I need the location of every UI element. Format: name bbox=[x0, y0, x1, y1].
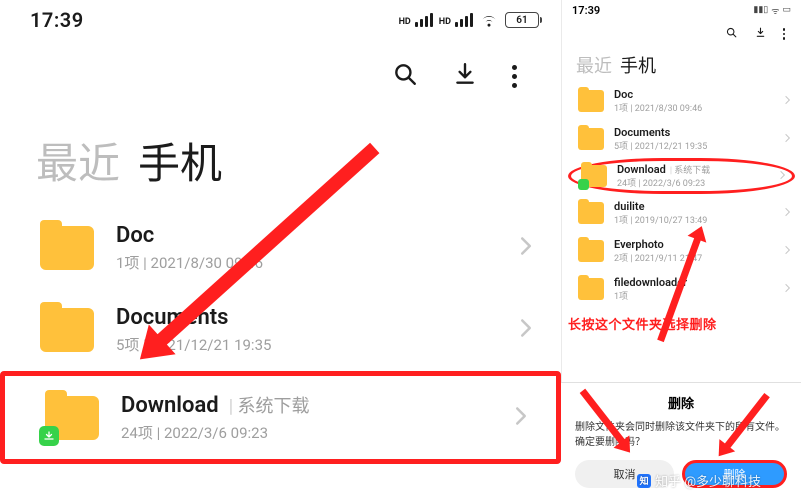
folder-icon bbox=[581, 165, 607, 187]
chevron-right-icon bbox=[514, 406, 528, 430]
tab-phone[interactable]: 手机 bbox=[620, 52, 656, 78]
folder-tag: 系统下载 bbox=[670, 163, 710, 176]
more-icon[interactable] bbox=[783, 28, 786, 40]
chevron-right-icon bbox=[784, 133, 791, 146]
signal-icon: ▮▮▯ bbox=[753, 5, 768, 15]
tabs: 最近 手机 bbox=[0, 112, 561, 201]
folder-name: Doc bbox=[116, 223, 154, 248]
wifi-icon bbox=[479, 10, 499, 30]
battery-icon: 61 bbox=[505, 12, 539, 28]
folder-icon bbox=[578, 202, 604, 224]
status-icons: ▮▮▯ᯤ▭ bbox=[753, 4, 791, 17]
folder-icon bbox=[40, 308, 94, 352]
watermark-text: 知乎 @多少聊科技 bbox=[655, 471, 761, 490]
folder-row-download-circled[interactable]: Download 系统下载 24项 | 2022/3/6 09:23 bbox=[568, 158, 795, 194]
search-icon[interactable] bbox=[725, 26, 738, 42]
battery-icon: ▭ bbox=[782, 5, 791, 15]
folder-meta: 1项 bbox=[614, 289, 774, 302]
folder-row[interactable]: Doc 1项 | 2021/8/30 09:46 bbox=[0, 207, 561, 289]
dialog-body-line2: 确定要删除吗？ bbox=[575, 435, 787, 450]
folder-meta: 1项 | 2021/8/30 09:46 bbox=[614, 101, 774, 114]
folder-meta: 24项 | 2022/3/6 09:23 bbox=[617, 176, 769, 189]
folder-meta: 5项 | 2021/12/21 19:35 bbox=[614, 139, 774, 152]
folder-name: Everphoto bbox=[614, 238, 664, 251]
toolbar bbox=[562, 20, 801, 48]
folder-row[interactable]: Documents 5项 | 2021/12/21 19:35 bbox=[0, 289, 561, 371]
folder-icon bbox=[578, 90, 604, 112]
signal-1-icon: HD bbox=[399, 13, 433, 27]
chevron-right-icon bbox=[784, 95, 791, 108]
folder-icon bbox=[578, 240, 604, 262]
wifi-icon: ᯤ bbox=[771, 4, 779, 17]
download-badge-icon bbox=[39, 426, 59, 446]
search-icon[interactable] bbox=[392, 61, 418, 91]
folder-row[interactable]: duilite 1项 | 2019/10/27 13:49 bbox=[562, 194, 801, 232]
folder-meta: 24项 | 2022/3/6 09:23 bbox=[121, 422, 492, 443]
annotation-text: 长按这个文件夹选择删除 bbox=[562, 308, 801, 335]
signal-2-icon: HD bbox=[439, 13, 473, 27]
tab-recent[interactable]: 最近 bbox=[576, 52, 612, 78]
status-time: 17:39 bbox=[572, 4, 600, 17]
folder-tag: 系统下载 bbox=[229, 392, 310, 418]
download-badge-icon bbox=[578, 179, 589, 190]
download-icon[interactable] bbox=[754, 26, 767, 42]
chevron-right-icon bbox=[784, 283, 791, 296]
status-bar: 17:39 HD HD 61 bbox=[0, 0, 561, 40]
chevron-right-icon bbox=[519, 318, 533, 342]
folder-name: Download bbox=[617, 163, 666, 176]
folder-icon bbox=[40, 226, 94, 270]
download-icon[interactable] bbox=[452, 61, 478, 91]
folder-name: Download bbox=[121, 393, 219, 418]
folder-name: Documents bbox=[614, 126, 670, 139]
folder-row-download-highlighted[interactable]: Download 系统下载 24项 | 2022/3/6 09:23 bbox=[0, 371, 561, 464]
folder-name: Doc bbox=[614, 88, 633, 101]
chevron-right-icon bbox=[784, 245, 791, 258]
folder-icon bbox=[578, 278, 604, 300]
watermark: 知 知乎 @多少聊科技 bbox=[637, 471, 761, 490]
status-time: 17:39 bbox=[30, 8, 84, 32]
chevron-right-icon bbox=[519, 236, 533, 260]
folder-icon bbox=[45, 396, 99, 440]
status-bar: 17:39 ▮▮▯ᯤ▭ bbox=[562, 0, 801, 20]
status-icons: HD HD 61 bbox=[399, 10, 539, 30]
more-icon[interactable] bbox=[512, 65, 517, 88]
tabs: 最近 手机 bbox=[562, 48, 801, 82]
folder-row[interactable]: Doc 1项 | 2021/8/30 09:46 bbox=[562, 82, 801, 120]
chevron-right-icon bbox=[784, 207, 791, 220]
folder-meta: 1项 | 2021/8/30 09:46 bbox=[116, 252, 497, 273]
toolbar bbox=[0, 40, 561, 112]
left-screenshot: 17:39 HD HD 61 最近 手机 bbox=[0, 0, 561, 500]
folder-row[interactable]: Everphoto 2项 | 2021/9/11 21:47 bbox=[562, 232, 801, 270]
folder-row[interactable]: Documents 5项 | 2021/12/21 19:35 bbox=[562, 120, 801, 158]
folder-icon bbox=[578, 128, 604, 150]
tab-recent[interactable]: 最近 bbox=[36, 130, 120, 191]
zhihu-logo-icon: 知 bbox=[637, 474, 651, 488]
tab-phone[interactable]: 手机 bbox=[138, 130, 222, 191]
folder-name: duilite bbox=[614, 200, 645, 213]
chevron-right-icon bbox=[779, 170, 786, 183]
